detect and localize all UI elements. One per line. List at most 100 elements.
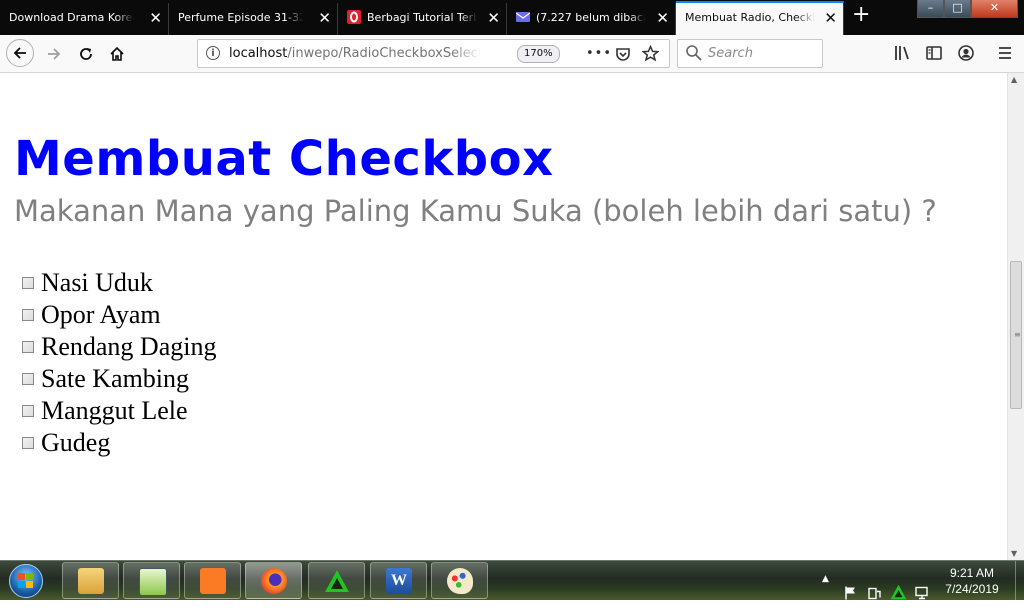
firefox-icon	[261, 568, 287, 594]
windows-flag-icon	[18, 573, 33, 588]
zoom-indicator[interactable]: 170%	[517, 45, 560, 63]
library-icon[interactable]	[893, 44, 911, 62]
system-clock[interactable]: 9:21 AM 7/24/2019	[934, 565, 1010, 597]
opera-icon	[347, 10, 361, 24]
tab-berbagi-tutorial[interactable]: Berbagi Tutorial Terbaru ✕	[338, 3, 507, 35]
option-label[interactable]: Manggut Lele	[41, 396, 188, 426]
tab-title: Berbagi Tutorial Terbaru	[367, 11, 477, 24]
close-icon[interactable]: ✕	[149, 3, 162, 33]
taskbar-app-launcher[interactable]	[308, 562, 365, 599]
question-text: Makanan Mana yang Paling Kamu Suka (bole…	[14, 194, 937, 228]
reload-icon	[80, 48, 92, 60]
taskbar-paint[interactable]	[431, 562, 488, 599]
folder-icon	[78, 568, 104, 594]
paint-palette-icon	[447, 568, 473, 594]
tab-perfume-episode[interactable]: Perfume Episode 31-32 End ✕	[169, 3, 338, 35]
hamburger-menu-icon[interactable]	[997, 44, 1013, 62]
home-icon	[110, 46, 124, 61]
arrow-left-icon	[13, 47, 26, 59]
option-label[interactable]: Nasi Uduk	[41, 268, 153, 298]
windows-taskbar: W ▲ 9:21 AM 7/24/2019	[0, 560, 1024, 601]
search-placeholder: Search	[708, 46, 753, 61]
url-path: /inwepo/RadioCheckboxSelect.php	[287, 46, 481, 61]
account-icon[interactable]	[957, 44, 975, 62]
page-heading: Membuat Checkbox	[14, 131, 554, 187]
new-tab-button[interactable]: +	[852, 2, 870, 27]
option-label[interactable]: Rendang Daging	[41, 332, 216, 362]
option-label[interactable]: Sate Kambing	[41, 364, 189, 394]
tab-title: Perfume Episode 31-32 End	[178, 11, 303, 24]
word-icon: W	[386, 568, 412, 594]
close-icon[interactable]: ✕	[318, 3, 331, 33]
back-button[interactable]	[6, 39, 34, 67]
close-window-button[interactable]: ✕	[971, 0, 1018, 18]
option-rendang-daging[interactable]: Rendang Daging	[22, 331, 216, 363]
action-center-flag-icon[interactable]	[843, 573, 858, 613]
option-gudeg[interactable]: Gudeg	[22, 427, 216, 459]
show-hidden-icons-icon[interactable]: ▲	[822, 574, 829, 614]
xampp-icon	[200, 568, 226, 594]
start-button[interactable]	[3, 562, 49, 600]
clock-date: 7/24/2019	[945, 582, 999, 596]
address-bar[interactable]: i localhost/inwepo/RadioCheckboxSelect.p…	[197, 39, 670, 68]
minimize-button[interactable]: –	[917, 0, 944, 18]
url-text[interactable]: localhost/inwepo/RadioCheckboxSelect.php	[229, 40, 481, 67]
option-label[interactable]: Gudeg	[41, 428, 110, 458]
taskbar-xampp[interactable]	[184, 562, 241, 599]
option-manggut-lele[interactable]: Manggut Lele	[22, 395, 216, 427]
tab-membuat-radio[interactable]: Membuat Radio, Checkbox ✕	[676, 1, 844, 35]
network-icon[interactable]	[914, 573, 930, 613]
taskbar-microsoft-word[interactable]: W	[370, 562, 427, 599]
green-triangle-tray-icon[interactable]	[890, 572, 907, 612]
tab-title: Download Drama Korea Perfume	[9, 11, 134, 24]
maximize-button[interactable]: □	[944, 0, 971, 18]
tab-download-drama[interactable]: Download Drama Korea Perfume ✕	[0, 3, 169, 35]
clock-time: 9:21 AM	[949, 566, 995, 580]
tab-title: (7.227 belum dibaca)	[536, 11, 646, 24]
close-icon[interactable]: ✕	[656, 3, 669, 33]
checkbox[interactable]	[22, 437, 34, 449]
notepad-icon	[139, 568, 167, 596]
pocket-icon[interactable]	[615, 46, 631, 62]
tab-title: Membuat Radio, Checkbox	[685, 11, 815, 24]
close-icon[interactable]: ✕	[487, 3, 500, 33]
checkbox[interactable]	[22, 405, 34, 417]
tab-strip: Download Drama Korea Perfume ✕ Perfume E…	[0, 0, 1024, 35]
info-icon[interactable]: i	[206, 46, 220, 60]
checkbox-group: Nasi Uduk Opor Ayam Rendang Daging Sate …	[22, 267, 216, 459]
checkbox[interactable]	[22, 373, 34, 385]
taskbar-windows-explorer[interactable]	[62, 562, 119, 599]
option-label[interactable]: Opor Ayam	[41, 300, 161, 330]
green-triangle-icon	[325, 570, 349, 592]
taskbar-firefox[interactable]	[245, 562, 302, 599]
search-bar[interactable]: Search	[677, 39, 823, 68]
sidebar-icon[interactable]	[925, 44, 943, 62]
windows-logo-icon	[9, 564, 43, 598]
tab-mail-unread[interactable]: (7.227 belum dibaca) ✕	[507, 3, 676, 35]
bookmark-star-icon[interactable]	[642, 45, 659, 62]
search-icon	[686, 45, 702, 61]
scroll-up-arrow-icon[interactable]: ▲	[1011, 75, 1017, 84]
show-desktop-button[interactable]	[1015, 561, 1024, 601]
page-actions-icon[interactable]: •••	[586, 40, 612, 67]
taskbar-notepad-plus[interactable]	[123, 562, 180, 599]
device-icon[interactable]	[867, 573, 882, 613]
mail-icon	[516, 12, 530, 22]
checkbox[interactable]	[22, 277, 34, 289]
checkbox[interactable]	[22, 341, 34, 353]
navigation-toolbar: i localhost/inwepo/RadioCheckboxSelect.p…	[0, 35, 1024, 73]
option-sate-kambing[interactable]: Sate Kambing	[22, 363, 216, 395]
forward-button[interactable]	[41, 41, 67, 67]
scrollbar-thumb[interactable]: ≡	[1010, 261, 1022, 409]
home-button[interactable]	[104, 41, 130, 67]
reload-button[interactable]	[73, 41, 99, 67]
url-host: localhost	[229, 46, 288, 61]
option-nasi-uduk[interactable]: Nasi Uduk	[22, 267, 216, 299]
page-content: Membuat Checkbox Makanan Mana yang Palin…	[0, 73, 1007, 560]
arrow-right-icon	[48, 48, 61, 60]
scroll-down-arrow-icon[interactable]: ▼	[1011, 549, 1017, 558]
option-opor-ayam[interactable]: Opor Ayam	[22, 299, 216, 331]
vertical-scrollbar[interactable]: ▲ ≡ ▼	[1007, 73, 1024, 560]
checkbox[interactable]	[22, 309, 34, 321]
close-icon[interactable]: ✕	[824, 3, 837, 33]
